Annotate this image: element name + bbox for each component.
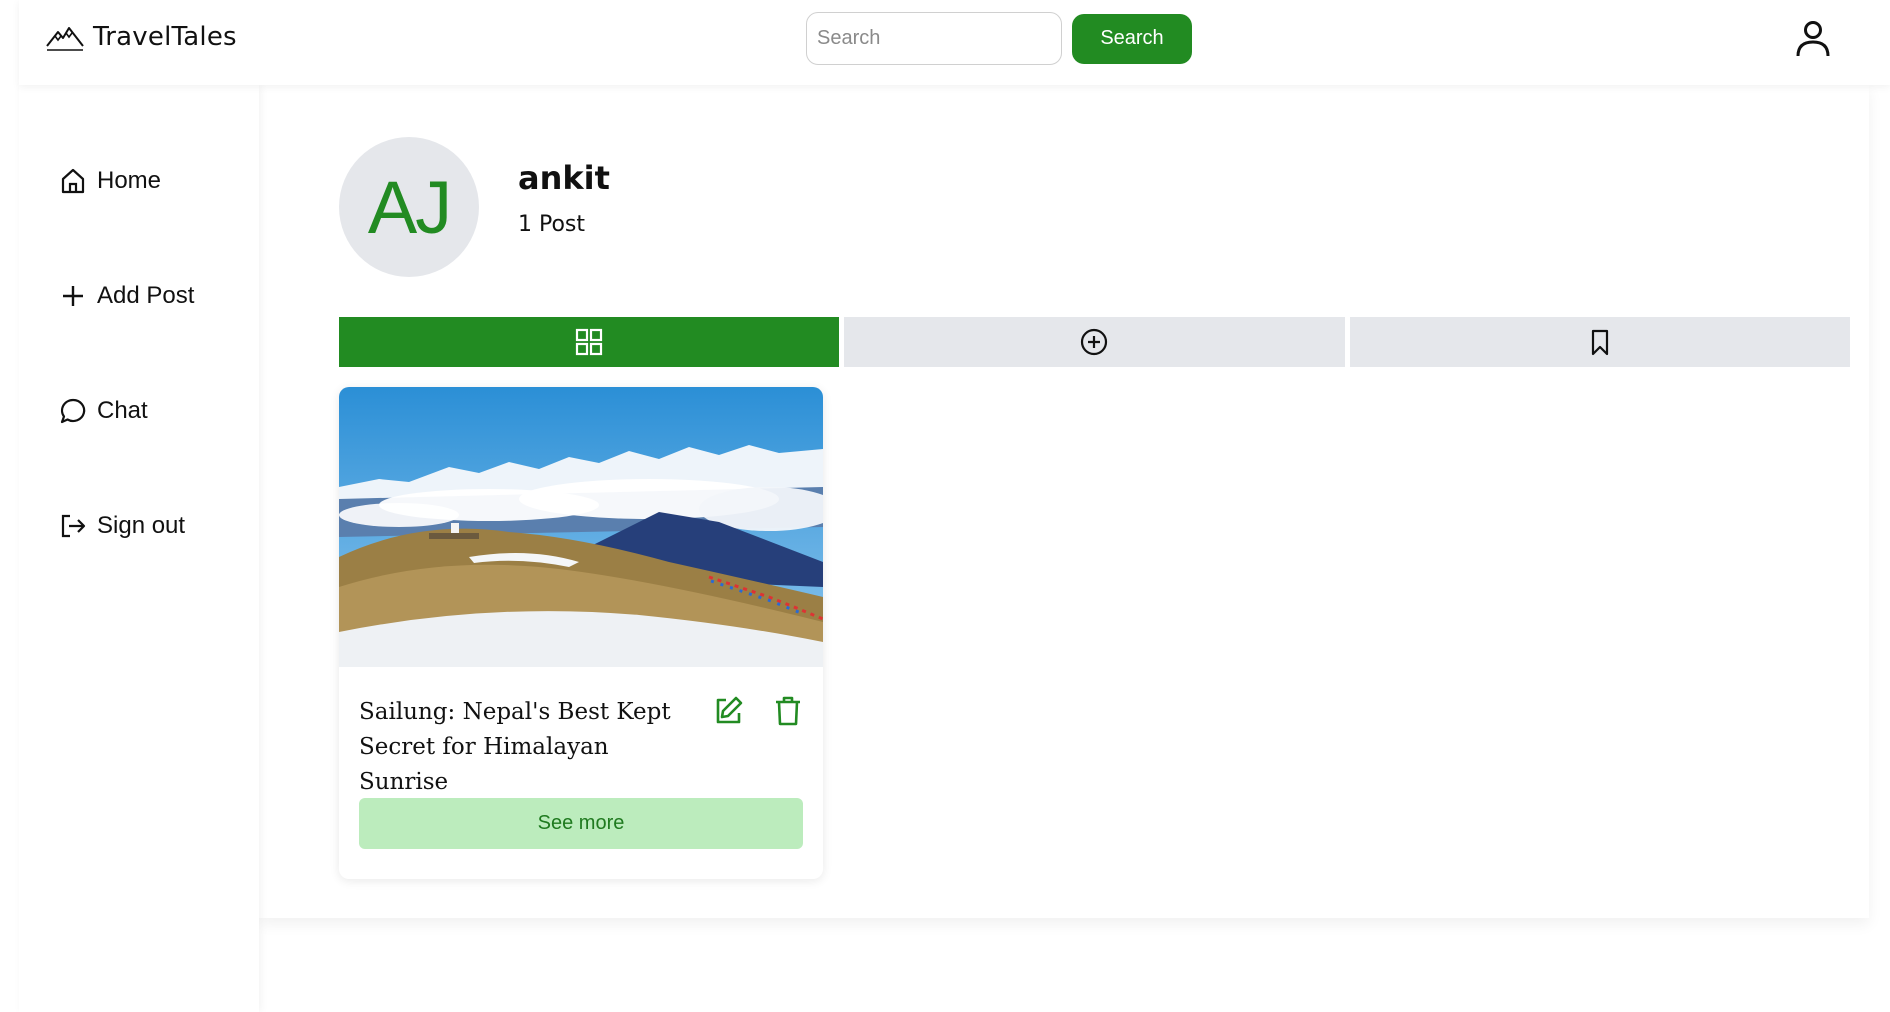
sidebar-item-label: Sign out (97, 512, 186, 539)
brand-name: TravelTales (93, 22, 237, 52)
avatar: AJ (339, 137, 479, 277)
sidebar-item-label: Home (97, 167, 162, 194)
sidebar-item-sign-out[interactable]: Sign out (59, 512, 185, 540)
profile-tabs (339, 317, 1850, 367)
left-gutter (0, 0, 19, 1012)
chat-bubble-icon (60, 398, 86, 424)
search-bar: Search (806, 12, 1192, 65)
mountain-icon (46, 27, 84, 51)
tab-saved[interactable] (1349, 317, 1850, 367)
plus-icon (63, 286, 83, 306)
edit-icon[interactable] (712, 695, 744, 727)
profile-main: AJ ankit 1 Post Sailung: Nepal's Best Ke… (259, 85, 1869, 918)
plus-circle-icon (1081, 328, 1108, 356)
bookmark-icon (1591, 329, 1608, 356)
home-icon (61, 168, 85, 194)
see-more-button[interactable]: See more (359, 798, 803, 849)
user-icon[interactable] (1792, 18, 1834, 60)
sidebar-item-label: Add Post (97, 282, 195, 309)
sidebar-item-label: Chat (97, 397, 148, 424)
tab-posts[interactable] (339, 317, 840, 367)
post-count: 1 Post (518, 212, 586, 237)
sidebar: Home Add Post Chat Sign out (19, 85, 259, 1012)
brand[interactable]: TravelTales (45, 22, 237, 52)
grid-icon (576, 328, 603, 356)
tab-add[interactable] (844, 317, 1345, 367)
top-navbar: TravelTales Search (19, 0, 1890, 85)
sign-out-icon (61, 514, 86, 538)
post-image[interactable] (339, 387, 823, 667)
search-button[interactable]: Search (1072, 13, 1192, 64)
profile-name: ankit (518, 159, 610, 197)
post-card: Sailung: Nepal's Best Kept Secret for Hi… (339, 387, 823, 879)
sidebar-item-add-post[interactable]: Add Post (59, 282, 194, 310)
sidebar-item-chat[interactable]: Chat (59, 397, 148, 425)
trash-icon[interactable] (772, 695, 804, 727)
sidebar-item-home[interactable]: Home (59, 167, 161, 195)
post-title: Sailung: Nepal's Best Kept Secret for Hi… (359, 699, 671, 795)
search-input[interactable] (806, 12, 1062, 65)
